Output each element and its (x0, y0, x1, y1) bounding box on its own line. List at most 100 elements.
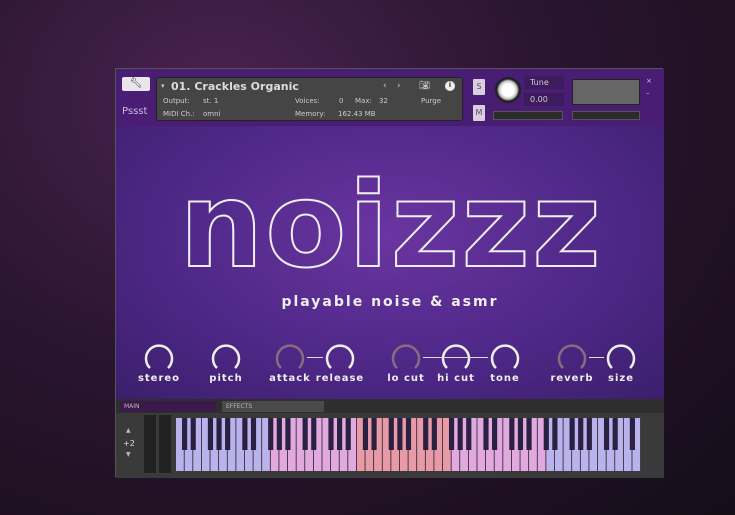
octave-value: +2 (123, 439, 135, 448)
black-key[interactable] (457, 418, 463, 450)
black-key[interactable] (397, 418, 403, 450)
output-select[interactable]: st. 1 (203, 97, 218, 105)
prev-instrument-button[interactable]: ‹ (383, 81, 387, 91)
black-key[interactable] (448, 418, 455, 450)
knob-attack[interactable] (273, 340, 307, 374)
solo-button[interactable]: S (473, 79, 485, 95)
output-label: Output: (163, 97, 190, 105)
title-text: noizzz (179, 156, 603, 286)
pan-slider[interactable] (493, 111, 563, 120)
black-key[interactable] (328, 418, 334, 450)
level-meter (572, 79, 640, 105)
black-key[interactable] (483, 418, 489, 450)
black-key[interactable] (629, 418, 635, 450)
brand-logo: Pssst (122, 106, 148, 117)
menu-arrow-icon[interactable]: ▾ (161, 82, 165, 90)
knob-link (307, 357, 323, 358)
knob-size[interactable] (604, 340, 638, 374)
black-key[interactable] (242, 418, 248, 450)
black-key[interactable] (423, 418, 429, 450)
volume-slider[interactable] (572, 111, 640, 120)
midi-select[interactable]: omni (203, 110, 220, 118)
keyboard-area: ▲ +2 ▼ (116, 413, 664, 478)
minimize-icon[interactable]: – (646, 89, 650, 97)
info-icon[interactable]: i (445, 81, 455, 91)
max-voices[interactable]: 32 (379, 97, 388, 105)
black-key[interactable] (345, 418, 351, 450)
camera-icon[interactable]: 📷︎ (419, 81, 430, 91)
tune-label: Tune (524, 76, 564, 89)
voices-label: Voices: (295, 97, 320, 105)
black-key[interactable] (190, 418, 196, 450)
knob-label: stereo (137, 373, 181, 384)
wrench-icon[interactable]: 🔧︎ (122, 77, 150, 91)
black-key[interactable] (216, 418, 222, 450)
instrument-window: 🔧︎ Pssst ▾ 01. Crackles Organic ‹ › 📷︎ i… (115, 68, 664, 478)
black-key[interactable] (388, 418, 394, 450)
black-key[interactable] (603, 418, 610, 450)
tagline: playable noise & asmr (281, 294, 499, 310)
black-key[interactable] (543, 418, 549, 450)
black-key[interactable] (586, 418, 592, 450)
mod-wheel[interactable] (159, 415, 171, 473)
memory-label: Memory: (295, 110, 326, 118)
black-key[interactable] (225, 418, 231, 450)
black-key[interactable] (578, 418, 584, 450)
pitch-wheel[interactable] (144, 415, 156, 473)
title-logo: noizzz (178, 155, 603, 286)
close-icon[interactable]: × (646, 77, 652, 85)
main-panel: noizzz playable noise & asmr stereo pitc… (116, 126, 664, 399)
tab-bar: MAIN EFFECTS (116, 399, 664, 413)
black-key[interactable] (207, 418, 214, 450)
knob-label: release (315, 373, 365, 384)
black-key[interactable] (431, 418, 437, 450)
tune-value[interactable]: 0.00 (524, 93, 564, 106)
knob-release[interactable] (323, 340, 357, 374)
knob-label: size (608, 373, 634, 384)
black-key[interactable] (405, 418, 412, 450)
knob-label: tone (490, 373, 520, 384)
black-key[interactable] (612, 418, 618, 450)
knob-label: pitch (209, 373, 243, 384)
black-key[interactable] (285, 418, 291, 450)
black-key[interactable] (552, 418, 558, 450)
instrument-name[interactable]: 01. Crackles Organic (171, 80, 299, 93)
black-key[interactable] (517, 418, 524, 450)
black-key[interactable] (569, 418, 575, 450)
black-key[interactable] (466, 418, 472, 450)
black-key[interactable] (311, 418, 317, 450)
voices-value: 0 (339, 97, 344, 105)
mute-button[interactable]: M (473, 105, 485, 121)
black-key[interactable] (276, 418, 282, 450)
tune-knob[interactable] (495, 77, 521, 103)
piano-keyboard[interactable] (176, 418, 641, 471)
knob-reverb[interactable] (555, 340, 589, 374)
black-key[interactable] (362, 418, 369, 450)
black-key[interactable] (302, 418, 308, 450)
octave-down-icon[interactable]: ▼ (126, 451, 131, 458)
memory-value: 162.43 MB (338, 110, 376, 118)
purge-button[interactable]: Purge (421, 97, 441, 105)
midi-label: MIDI Ch.: (163, 110, 195, 118)
next-instrument-button[interactable]: › (397, 81, 401, 91)
black-key[interactable] (250, 418, 257, 450)
black-key[interactable] (337, 418, 343, 450)
black-key[interactable] (371, 418, 377, 450)
black-key[interactable] (509, 418, 515, 450)
black-key[interactable] (526, 418, 532, 450)
octave-up-icon[interactable]: ▲ (126, 427, 131, 434)
tab-effects[interactable]: EFFECTS (222, 401, 324, 412)
instrument-info: ▾ 01. Crackles Organic ‹ › 📷︎ i Output: … (156, 77, 463, 121)
knob-pitch[interactable] (209, 340, 243, 374)
tab-main[interactable]: MAIN (120, 401, 216, 412)
knob-lo-cut[interactable] (389, 340, 423, 374)
knob-stereo[interactable] (142, 340, 176, 374)
black-key[interactable] (268, 418, 274, 450)
knob-tone[interactable] (488, 340, 522, 374)
instrument-header: 🔧︎ Pssst ▾ 01. Crackles Organic ‹ › 📷︎ i… (116, 69, 664, 126)
knob-link (589, 357, 604, 358)
black-key[interactable] (492, 418, 498, 450)
max-label: Max: (355, 97, 372, 105)
knob-link (423, 357, 488, 358)
black-key[interactable] (182, 418, 188, 450)
